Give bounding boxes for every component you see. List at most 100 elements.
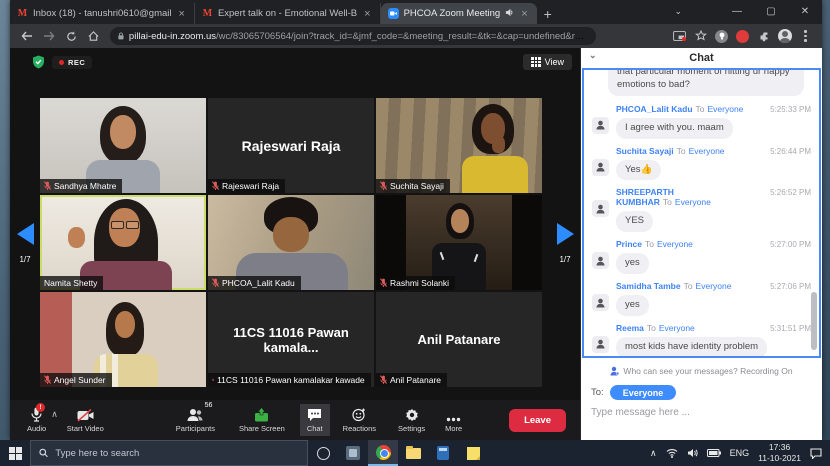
taskbar-search-box[interactable]: [30, 440, 308, 466]
avatar: [592, 200, 609, 217]
search-input[interactable]: [55, 448, 299, 459]
close-tab-icon[interactable]: ×: [519, 9, 529, 19]
browser-profile-avatar[interactable]: [776, 28, 793, 45]
participants-count-badge: 56: [205, 402, 213, 409]
wifi-icon[interactable]: [666, 448, 678, 458]
window-close-button[interactable]: ✕: [788, 6, 822, 17]
chat-scrollbar[interactable]: [811, 292, 817, 350]
settings-button[interactable]: Settings: [391, 404, 432, 436]
tab-title: PHCOA Zoom Meeting: [404, 8, 501, 19]
chat-bubble-icon: [307, 407, 322, 422]
cortana-button[interactable]: [308, 440, 338, 466]
video-tile-anil-patanare[interactable]: Anil Patanare Anil Patanare: [376, 292, 542, 387]
video-tile-suchita-sayaji[interactable]: Suchita Sayaji: [376, 98, 542, 193]
chat-message: ReemaToEveryone5:31:51 PM most kids have…: [616, 323, 811, 358]
action-center-icon[interactable]: [810, 448, 822, 459]
participants-button[interactable]: 56 Participants: [169, 404, 222, 436]
chat-privacy-note[interactable]: Who can see your messages? Recording On: [591, 366, 812, 376]
forward-icon[interactable]: [40, 27, 58, 45]
video-tile-pawan-kawade[interactable]: 11CS 11016 Pawan kamala... 11CS 11016 Pa…: [208, 292, 374, 387]
search-icon: [39, 448, 48, 458]
chrome-icon: [376, 445, 391, 460]
taskbar-app-button[interactable]: [338, 440, 368, 466]
share-screen-button[interactable]: Share Screen: [232, 404, 292, 436]
reload-icon[interactable]: [62, 27, 80, 45]
back-icon[interactable]: [18, 27, 36, 45]
audio-button[interactable]: ! Audio: [20, 404, 53, 436]
taskbar-chrome-button[interactable]: [368, 440, 398, 466]
language-indicator[interactable]: ENG: [730, 448, 750, 458]
chat-message-list[interactable]: that particular moment of hitting ur hap…: [582, 68, 821, 358]
taskbar-clock[interactable]: 17:36 11-10-2021: [758, 442, 801, 463]
gmail-icon: M: [202, 8, 213, 19]
gallery-next-button[interactable]: 1/7: [550, 223, 580, 264]
chat-message-clipped: that particular moment of hitting ur hap…: [608, 68, 804, 96]
chat-header: ⌄ Chat: [581, 48, 822, 68]
start-button[interactable]: [0, 440, 30, 466]
chat-collapse-chevron-icon[interactable]: ⌄: [589, 50, 597, 61]
mic-muted-icon: [380, 181, 387, 191]
speaker-icon[interactable]: [687, 448, 698, 458]
new-tab-button[interactable]: +: [537, 3, 559, 24]
browser-window: M Inbox (18) - tanushri0610@gmail × M Ex…: [10, 0, 822, 440]
chat-message-input[interactable]: [591, 407, 812, 418]
reactions-button[interactable]: Reactions: [336, 404, 383, 436]
tab-share-icon[interactable]: [671, 28, 688, 45]
extensions-puzzle-icon[interactable]: [755, 28, 772, 45]
mic-muted-icon: [44, 181, 51, 191]
tab-title: Expert talk on - Emotional Well-B: [218, 8, 357, 19]
chat-message: PrinceToEveryone5:27:00 PM yes: [616, 239, 811, 274]
gmail-icon: M: [17, 8, 28, 19]
bookmark-star-icon[interactable]: [692, 28, 709, 45]
video-tile-angel-sunder[interactable]: Angel Sunder: [40, 292, 206, 387]
window-minimize-button[interactable]: —: [720, 6, 754, 17]
tab-zoom-meeting[interactable]: PHCOA Zoom Meeting ×: [381, 3, 537, 24]
extension-red-icon[interactable]: [734, 28, 751, 45]
tab-title: Inbox (18) - tanushri0610@gmail: [33, 8, 172, 19]
gallery-prev-button[interactable]: 1/7: [10, 223, 40, 264]
taskbar-explorer-button[interactable]: [398, 440, 428, 466]
encryption-shield-icon[interactable]: [32, 55, 45, 74]
battery-icon[interactable]: [707, 449, 721, 457]
privacy-person-icon: [610, 366, 619, 376]
recipient-selector[interactable]: Everyone: [610, 385, 677, 400]
chat-title: Chat: [689, 52, 713, 64]
start-video-button[interactable]: Start Video: [60, 404, 111, 436]
browser-menu-icon[interactable]: [797, 28, 814, 45]
chat-message: SHREEPARTH KUMBHARToEveryone5:26:52 PM Y…: [616, 187, 811, 232]
chat-panel: ⌄ Chat that particular moment of hitting…: [580, 48, 822, 440]
tab-audio-icon[interactable]: [505, 8, 514, 20]
video-tile-sandhya-mhatre[interactable]: Sandhya Mhatre: [40, 98, 206, 193]
tab-search-chevron-icon[interactable]: ⌄: [674, 0, 682, 22]
chat-message-text: YES: [616, 211, 653, 232]
taskbar-sticky-notes-button[interactable]: [458, 440, 488, 466]
address-bar[interactable]: pillai-edu-in.zoom.us/wc/83065706564/joi…: [110, 27, 596, 45]
extension-lightbulb-icon[interactable]: [713, 28, 730, 45]
more-button[interactable]: More: [438, 404, 469, 436]
tray-show-hidden-icons[interactable]: ∧: [650, 448, 657, 459]
tab-expert-talk[interactable]: M Expert talk on - Emotional Well-B ×: [195, 3, 381, 24]
chat-button[interactable]: Chat: [300, 404, 330, 436]
taskbar-calculator-button[interactable]: [428, 440, 458, 466]
window-maximize-button[interactable]: ▢: [754, 6, 788, 17]
mic-muted-icon: [212, 375, 214, 385]
time: 17:36: [769, 442, 790, 453]
video-tile-phcoa-lalit-kadu[interactable]: PHCOA_Lalit Kadu: [208, 195, 374, 290]
view-button[interactable]: View: [523, 54, 572, 70]
video-tile-rajeswari-raja[interactable]: Rajeswari Raja Rajeswari Raja: [208, 98, 374, 193]
cortana-icon: [317, 447, 330, 460]
zoom-meeting-area: REC View 1/7 1/7 Sandhya Mhatre: [10, 48, 580, 440]
tab-gmail-inbox[interactable]: M Inbox (18) - tanushri0610@gmail ×: [10, 3, 195, 24]
avatar: [592, 336, 609, 353]
video-tile-namita-shetty-active-speaker[interactable]: Namita Shetty: [40, 195, 206, 290]
video-tile-rashmi-solanki[interactable]: Rashmi Solanki: [376, 195, 542, 290]
participant-name-label: Rashmi Solanki: [376, 276, 455, 290]
calculator-icon: [437, 446, 449, 460]
home-icon[interactable]: [84, 27, 102, 45]
mic-muted-icon: [44, 375, 51, 385]
close-tab-icon[interactable]: ×: [177, 9, 187, 19]
leave-button[interactable]: Leave: [509, 409, 566, 432]
mic-muted-icon: [212, 181, 219, 191]
participant-name-label: 11CS 11016 Pawan kamalakar kawade: [208, 373, 371, 387]
close-tab-icon[interactable]: ×: [362, 9, 372, 19]
